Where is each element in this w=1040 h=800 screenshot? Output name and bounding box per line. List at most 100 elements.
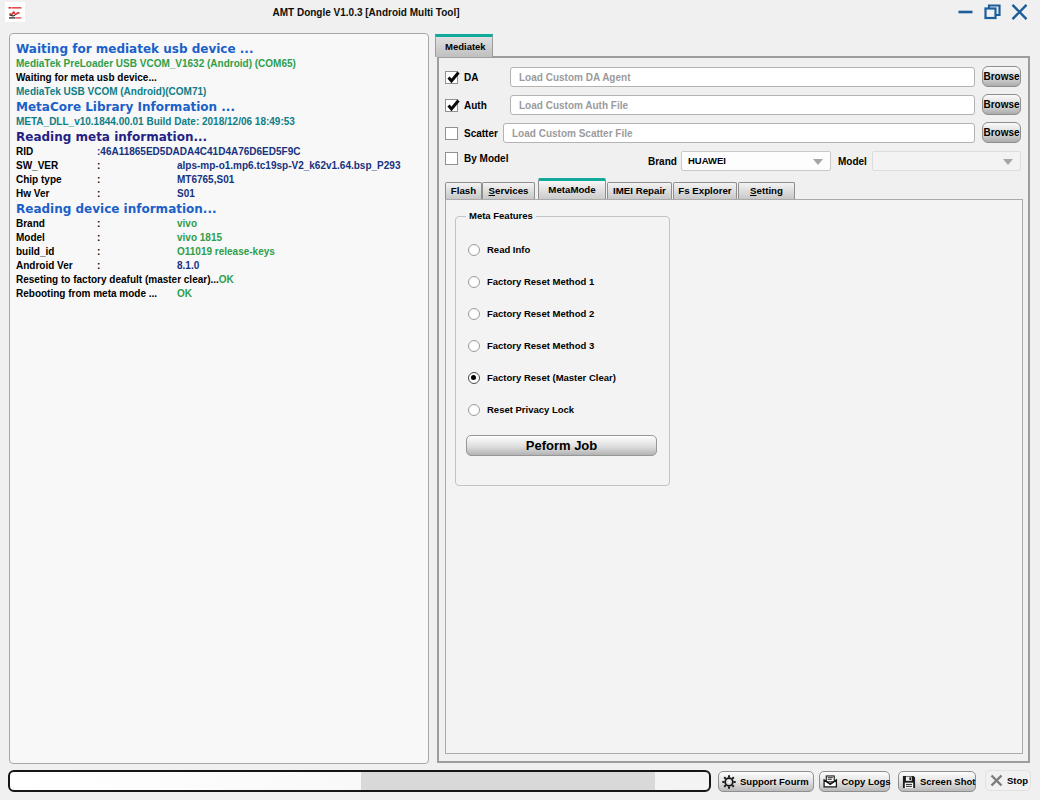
log-text: MediaTek PreLoader USB VCOM_V1632 (Andro… [16, 58, 296, 69]
auth-browse-button[interactable]: Browse [982, 94, 1021, 115]
log-text: : [97, 245, 100, 259]
perform-job-button[interactable]: Peform Job [466, 435, 657, 456]
scatter-path-input[interactable] [503, 123, 975, 143]
tab-imei-repair[interactable]: IMEI Repair [607, 182, 672, 200]
radio-factory-reset-method-3[interactable] [468, 340, 480, 352]
model-label: Model [838, 156, 867, 167]
scatter-label: Scatter [464, 127, 498, 140]
log-text: Waiting for meta usb device... [16, 72, 157, 83]
log-text: Rebooting from meta mode ... [16, 287, 157, 301]
status-button-label: Support Fourm [740, 776, 809, 787]
log-line: RID :46A11865ED5DADA4C41D4A76D6ED5F9C [10, 145, 428, 159]
radio-label-factory-reset-method-2: Factory Reset Method 2 [487, 308, 594, 320]
log-text: Waiting for mediatek usb device ... [16, 42, 253, 56]
window-title: AMT Dongle V1.0.3 [Android Multi Tool] [0, 0, 732, 25]
radio-factory-reset-master-clear[interactable] [468, 372, 480, 384]
envelope-icon [823, 775, 838, 788]
log-text: S01 [177, 187, 195, 201]
screen-shot-button[interactable]: Screen Shot [898, 771, 976, 792]
close-icon [1011, 4, 1028, 20]
log-line: Chip type:MT6765,S01 [10, 173, 428, 187]
log-line: Rebooting from meta mode ... OK [10, 287, 428, 301]
stop-x-icon [990, 774, 1003, 787]
check-icon [446, 97, 461, 112]
log-text: vivo 1815 [177, 231, 222, 245]
chevron-down-icon [813, 159, 823, 165]
restore-icon [984, 4, 1001, 20]
log-text: MediaTek USB VCOM (Android)(COM71) [16, 86, 206, 97]
log-line: Reseting to factory deafult (master clea… [10, 273, 428, 287]
title-bar: AMT Dongle V1.0.3 [Android Multi Tool] [0, 0, 1040, 28]
radio-label-factory-reset-method-1: Factory Reset Method 1 [487, 276, 594, 288]
da-checkbox[interactable] [445, 71, 458, 84]
radio-label-reset-privacy-lock: Reset Privacy Lock [487, 404, 574, 416]
log-text: :46A11865ED5DADA4C41D4A76D6ED5F9C [97, 145, 300, 159]
radio-factory-reset-method-1[interactable] [468, 276, 480, 288]
brand-label: Brand [648, 156, 677, 167]
log-text: 8.1.0 [177, 259, 199, 273]
log-line: MediaTek USB VCOM (Android)(COM71) [10, 85, 428, 99]
log-text: Reading device information... [16, 202, 217, 216]
log-text: OK [219, 274, 234, 285]
stop-button[interactable]: Stop [985, 770, 1031, 791]
log-panel: Waiting for mediatek usb device ... Media… [9, 33, 429, 764]
check-icon [446, 69, 461, 84]
log-text: META_DLL_v10.1844.00.01 Build Date: 2018… [16, 116, 295, 127]
close-button[interactable] [1011, 4, 1028, 20]
log-text: vivo [177, 217, 197, 231]
radio-reset-privacy-lock[interactable] [468, 404, 480, 416]
log-text: Android Ver [16, 259, 73, 273]
radio-factory-reset-method-2[interactable] [468, 308, 480, 320]
radio-read-info[interactable] [468, 244, 480, 256]
model-select[interactable] [872, 151, 1021, 171]
copy-logs-button[interactable]: Copy Logs [819, 771, 890, 792]
scatter-browse-button[interactable]: Browse [982, 122, 1021, 143]
log-text: OK [177, 287, 192, 301]
gear-icon [722, 775, 736, 789]
log-line: Brand:vivo [10, 217, 428, 231]
tab-mediatek[interactable]: Mediatek [435, 34, 493, 57]
log-text: O11019 release-keys [177, 245, 275, 259]
support-fourm-button[interactable]: Support Fourm [718, 771, 814, 792]
auth-path-input[interactable] [510, 95, 975, 115]
brand-select[interactable]: HUAWEI [681, 151, 831, 171]
log-line: Hw Ver: S01 [10, 187, 428, 201]
log-text: RID [16, 145, 33, 159]
tab-metamode[interactable]: MetaMode [538, 178, 606, 200]
log-line: build_id:O11019 release-keys [10, 245, 428, 259]
meta-features-title: Meta Features [466, 210, 536, 222]
progress-bar [8, 770, 711, 792]
tab-fs-explorer[interactable]: Fs Explorer [673, 182, 737, 200]
log-text: : [97, 159, 100, 173]
log-text: : [97, 187, 100, 201]
log-text: Hw Ver [16, 187, 49, 201]
log-text: Model [16, 231, 45, 245]
log-line: Model:vivo 1815 [10, 231, 428, 245]
minimize-button[interactable] [957, 4, 974, 20]
status-button-label: Screen Shot [920, 776, 975, 787]
log-text: : [97, 173, 100, 187]
log-line: SW_VER:alps-mp-o1.mp6.tc19sp-V2_k62v1.64… [10, 159, 428, 173]
log-text: : [97, 259, 100, 273]
radio-label-factory-reset-master-clear: Factory Reset (Master Clear) [487, 372, 616, 384]
log-line: Reading device information... [10, 201, 428, 217]
progress-block [361, 772, 655, 790]
tab-services[interactable]: Services [482, 182, 535, 200]
auth-checkbox[interactable] [445, 99, 458, 112]
tab-flash[interactable]: Flash [445, 182, 482, 200]
by-model-checkbox[interactable] [445, 152, 458, 165]
chevron-down-icon [1003, 159, 1013, 165]
floppy-icon [902, 775, 916, 789]
scatter-checkbox[interactable] [445, 127, 458, 140]
da-path-input[interactable] [510, 67, 975, 87]
log-text: MetaCore Library Information ... [16, 100, 235, 114]
stop-label: Stop [1007, 775, 1028, 786]
restore-button[interactable] [984, 4, 1001, 20]
by-model-label: By Model [464, 152, 508, 165]
radio-label-factory-reset-method-3: Factory Reset Method 3 [487, 340, 594, 352]
log-line: Waiting for meta usb device... [10, 71, 428, 85]
radio-label-read-info: Read Info [487, 244, 530, 256]
tab-setting[interactable]: Setting [738, 182, 795, 200]
da-browse-button[interactable]: Browse [982, 66, 1021, 87]
da-label: DA [464, 71, 478, 84]
